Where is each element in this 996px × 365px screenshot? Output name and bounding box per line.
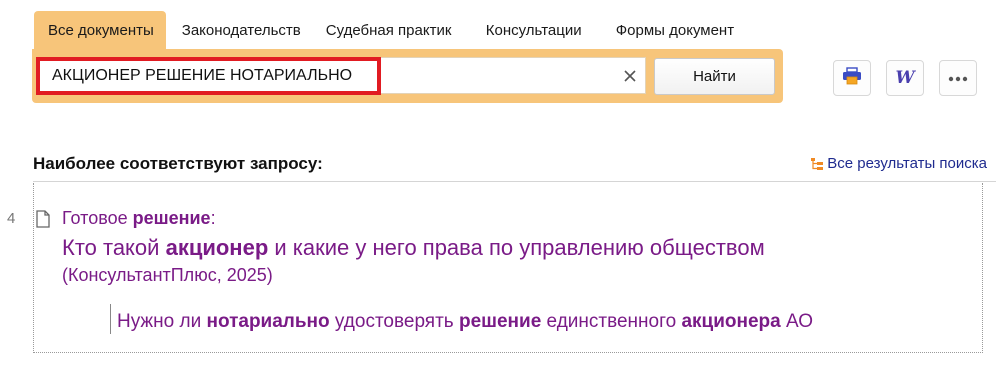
word-export-button[interactable]: W [886,60,924,96]
find-button[interactable]: Найти [654,58,775,95]
search-input[interactable] [38,58,608,93]
result-number: 4 [7,210,16,227]
result-type: Готовое решение: [62,208,216,228]
search-box [37,57,646,94]
printer-icon [842,66,862,90]
search-tabs: Все документы Законодательств Судебная п… [34,11,746,49]
result-title-link[interactable]: Кто такой акционер и какие у него права … [62,235,765,261]
word-export-icon: W [895,68,915,88]
divider [33,181,996,182]
result-source: (КонсультантПлюс, 2025) [62,265,273,285]
tab-consultations[interactable]: Консультации [486,11,616,49]
search-panel: Найти [32,49,783,103]
all-results-link[interactable]: Все результаты поиска [810,155,987,172]
tab-document-forms[interactable]: Формы документ [616,11,746,49]
all-results-label: Все результаты поиска [827,155,987,172]
tab-judicial-practice[interactable]: Судебная практик [326,11,486,49]
result-snippet-link[interactable]: Нужно ли нотариально удостоверять решени… [117,311,813,333]
close-icon[interactable] [620,66,640,86]
snippet-marker [110,304,111,334]
tree-icon [810,157,824,171]
print-button[interactable] [833,60,871,96]
more-dots-icon [948,69,968,87]
tab-legislation[interactable]: Законодательств [166,11,326,49]
tab-all-documents[interactable]: Все документы [34,11,166,49]
more-button[interactable] [939,60,977,96]
document-icon [36,210,50,228]
results-heading: Наиболее соответствуют запросу: [33,154,323,173]
